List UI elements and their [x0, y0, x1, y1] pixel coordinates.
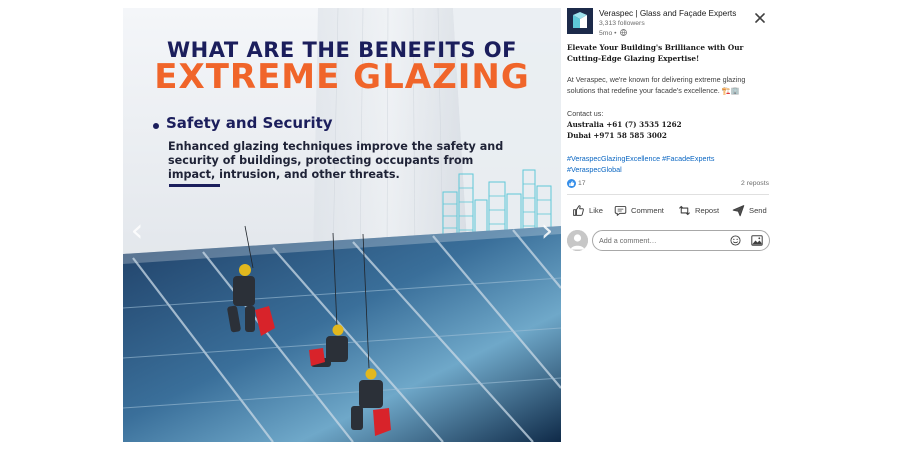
phone-australia: Australia +61 (7) 3535 1262	[567, 120, 682, 129]
bullet-dot	[153, 123, 159, 129]
title-underline	[169, 184, 220, 187]
thumbs-up-icon	[573, 204, 584, 216]
repost-button[interactable]: Repost	[678, 202, 719, 218]
reaction-count[interactable]: 17	[578, 180, 586, 187]
send-label: Send	[749, 205, 767, 215]
bullet-body: Enhanced glazing techniques improve the …	[168, 140, 504, 181]
post-title: Elevate Your Building's Brilliance with …	[567, 43, 744, 63]
globe-icon	[620, 29, 628, 36]
avatar[interactable]	[567, 230, 588, 251]
chevron-left-icon[interactable]: ‹	[126, 214, 148, 248]
company-logo[interactable]	[567, 8, 593, 34]
comment-label: Comment	[631, 205, 664, 215]
repost-count[interactable]: 2 reposts	[741, 180, 769, 187]
like-reaction-icon[interactable]	[567, 179, 576, 188]
like-label: Like	[589, 205, 603, 215]
send-icon	[732, 204, 745, 216]
comment-button[interactable]: Comment	[614, 202, 664, 218]
close-icon[interactable]	[753, 11, 767, 25]
bullet-heading: Safety and Security	[166, 114, 333, 132]
comment-icon	[614, 205, 627, 216]
post-time: 5mo •	[599, 30, 617, 37]
chevron-right-icon[interactable]: ›	[536, 214, 558, 248]
social-counts: 17 2 reposts	[567, 179, 769, 189]
comment-input[interactable]	[599, 234, 719, 247]
comment-box	[592, 230, 770, 251]
post-actions: Like Comment Repost Send	[567, 202, 769, 218]
emoji-icon[interactable]	[730, 235, 741, 246]
image-icon[interactable]	[751, 235, 763, 246]
post-body-text: At Veraspec, we're known for delivering …	[567, 75, 746, 95]
follower-count: 3,313 followers	[599, 20, 645, 27]
post-meta: 5mo •	[599, 29, 628, 37]
repost-label: Repost	[695, 205, 720, 215]
like-button[interactable]: Like	[572, 202, 603, 218]
user-avatar-icon	[567, 230, 588, 251]
hashtag-links[interactable]: #VeraspecGlazingExcellence #FacadeExpert…	[567, 153, 769, 175]
veraspec-logo-icon	[567, 8, 593, 34]
send-button[interactable]: Send	[732, 202, 767, 218]
contact-label: Contact us:	[567, 109, 604, 118]
image-title-line2: EXTREME GLAZING	[154, 57, 530, 97]
divider	[567, 194, 769, 195]
post-image-carousel[interactable]: WHAT ARE THE BENEFITS OF EXTREME GLAZING…	[123, 8, 561, 442]
company-name-link[interactable]: Veraspec | Glass and Façade Experts	[599, 9, 736, 18]
phone-dubai: Dubai +971 58 585 3002	[567, 131, 667, 140]
repost-icon	[679, 205, 690, 215]
